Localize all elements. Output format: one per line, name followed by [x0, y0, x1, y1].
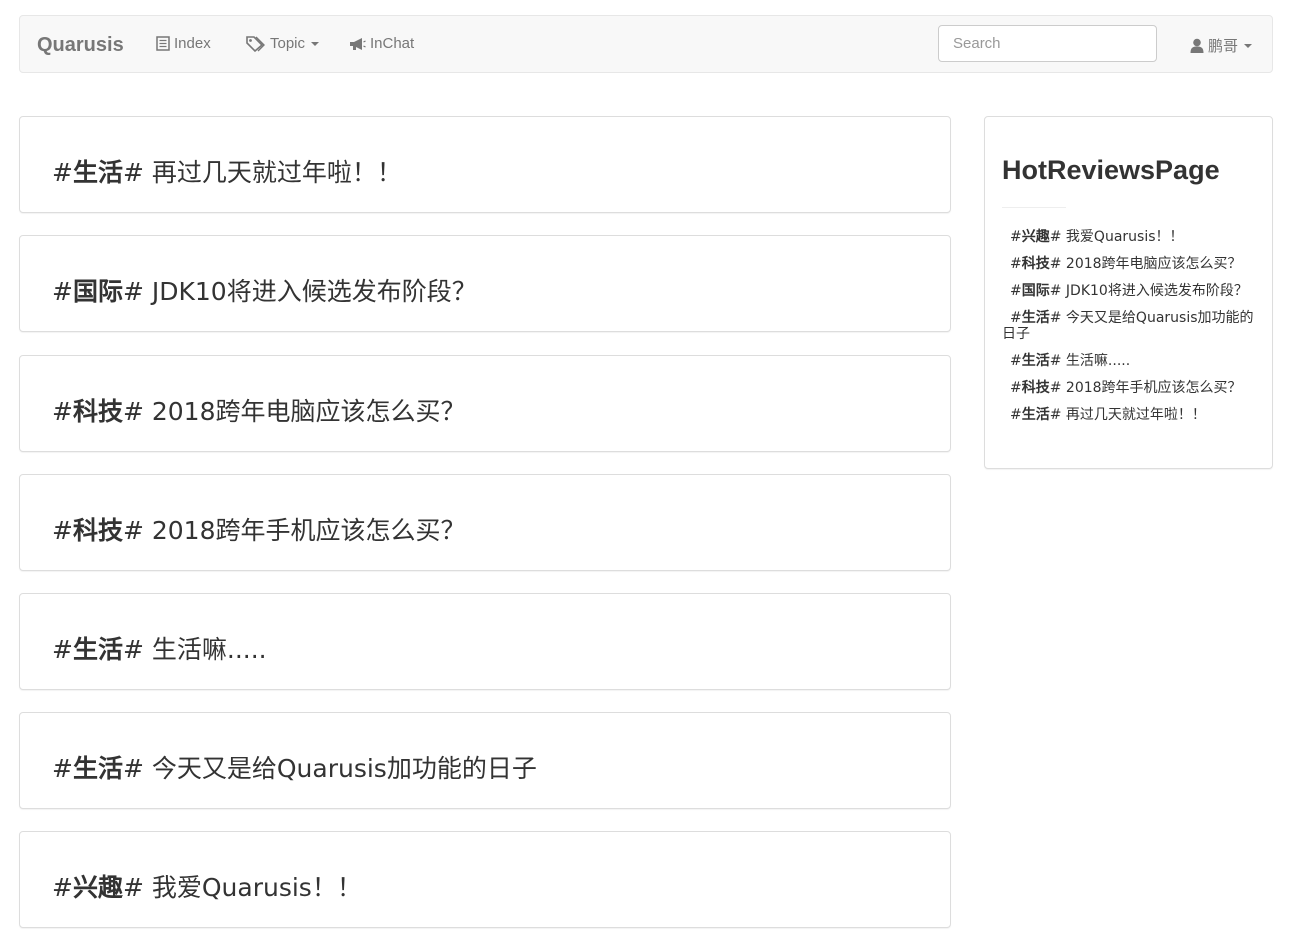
nav-index-label: Index [174, 35, 211, 52]
hot-review-tag: 生活 [1021, 310, 1050, 326]
divider [1002, 207, 1066, 208]
post-card[interactable]: #国际# JDK10将进入候选发布阶段？ [19, 235, 951, 332]
hot-review-text: 2018跨年电脑应该怎么买？ [1065, 256, 1242, 272]
post-tag: 兴趣 [72, 873, 123, 902]
hot-review-text: JDK10将进入候选发布阶段？ [1065, 283, 1248, 299]
user-icon [1190, 38, 1204, 53]
post-card[interactable]: #生活# 今天又是给Quarusis加功能的日子 [19, 712, 951, 809]
hot-review-text: 生活嘛..... [1065, 353, 1131, 369]
post-title-text: 2018跨年手机应该怎么买？ [151, 516, 466, 545]
post-title[interactable]: #生活# 生活嘛..... [52, 630, 267, 666]
nav-index-link[interactable]: Index [156, 35, 211, 52]
post-title-text: 2018跨年电脑应该怎么买？ [151, 397, 466, 426]
post-tag: 国际 [72, 277, 123, 306]
post-title-text: 生活嘛..... [151, 635, 267, 664]
brand-link[interactable]: Quarusis [37, 34, 124, 57]
post-title[interactable]: #兴趣# 我爱Quarusis！！ [52, 868, 362, 904]
post-title[interactable]: #国际# JDK10将进入候选发布阶段？ [52, 272, 477, 308]
post-title[interactable]: #生活# 再过几天就过年啦！！ [52, 153, 402, 189]
post-title-text: 我爱Quarusis！！ [151, 873, 362, 902]
nav-inchat-link[interactable]: InChat [349, 35, 414, 52]
post-title[interactable]: #科技# 2018跨年电脑应该怎么买？ [52, 392, 466, 428]
tags-icon [246, 35, 265, 52]
hot-review-tag: 科技 [1021, 256, 1050, 272]
chevron-down-icon [1244, 43, 1253, 48]
hot-review-link[interactable]: #兴趣# 我爱Quarusis！！ [1002, 229, 1257, 245]
hot-review-tag: 兴趣 [1021, 229, 1050, 245]
hot-review-tag: 科技 [1021, 380, 1050, 396]
post-card[interactable]: #科技# 2018跨年手机应该怎么买？ [19, 474, 951, 571]
hot-review-link[interactable]: #生活# 再过几天就过年啦！！ [1002, 407, 1257, 423]
hot-reviews-list: #兴趣# 我爱Quarusis！！ #科技# 2018跨年电脑应该怎么买？ #国… [1002, 229, 1257, 434]
hot-review-text: 2018跨年手机应该怎么买？ [1065, 380, 1242, 396]
user-menu-dropdown[interactable]: 鹏哥 [1190, 35, 1253, 56]
hot-review-tag: 生活 [1021, 407, 1050, 423]
post-tag: 科技 [72, 397, 123, 426]
nav-topic-dropdown[interactable]: Topic [246, 35, 320, 52]
post-card[interactable]: #生活# 再过几天就过年啦！！ [19, 116, 951, 213]
post-tag: 科技 [72, 516, 123, 545]
hot-review-link[interactable]: #生活# 生活嘛..... [1002, 353, 1257, 369]
post-title-text: 今天又是给Quarusis加功能的日子 [151, 754, 537, 783]
list-icon [156, 36, 170, 51]
hot-review-text: 再过几天就过年啦！！ [1065, 407, 1206, 423]
post-title-text: 再过几天就过年啦！！ [151, 158, 402, 187]
post-card[interactable]: #科技# 2018跨年电脑应该怎么买？ [19, 355, 951, 452]
hot-review-tag: 生活 [1021, 353, 1050, 369]
hot-reviews-panel: HotReviewsPage #兴趣# 我爱Quarusis！！ #科技# 20… [984, 116, 1273, 469]
chevron-down-icon [311, 41, 320, 46]
post-tag: 生活 [72, 754, 123, 783]
post-card[interactable]: #生活# 生活嘛..... [19, 593, 951, 690]
hot-reviews-title: HotReviewsPage [1002, 155, 1220, 185]
post-tag: 生活 [72, 635, 123, 664]
hot-review-link[interactable]: #科技# 2018跨年手机应该怎么买？ [1002, 380, 1257, 396]
hot-review-tag: 国际 [1021, 283, 1050, 299]
post-title[interactable]: #科技# 2018跨年手机应该怎么买？ [52, 511, 466, 547]
hot-review-link[interactable]: #国际# JDK10将进入候选发布阶段？ [1002, 283, 1257, 299]
bullhorn-icon [350, 37, 366, 50]
user-name-label: 鹏哥 [1208, 38, 1239, 55]
post-title[interactable]: #生活# 今天又是给Quarusis加功能的日子 [52, 749, 537, 785]
nav-topic-label: Topic [270, 35, 306, 52]
top-navbar: Quarusis Index Topic InChat Search 鹏哥 [19, 15, 1273, 73]
hot-review-text: 我爱Quarusis！！ [1065, 229, 1184, 245]
post-card[interactable]: #兴趣# 我爱Quarusis！！ [19, 831, 951, 928]
hot-review-link[interactable]: #科技# 2018跨年电脑应该怎么买？ [1002, 256, 1257, 272]
hot-review-link[interactable]: #生活# 今天又是给Quarusis加功能的日子 [1002, 310, 1257, 342]
search-input[interactable] [938, 25, 1157, 62]
post-tag: 生活 [72, 158, 123, 187]
nav-inchat-label: InChat [370, 35, 415, 52]
post-title-text: JDK10将进入候选发布阶段？ [151, 277, 477, 306]
